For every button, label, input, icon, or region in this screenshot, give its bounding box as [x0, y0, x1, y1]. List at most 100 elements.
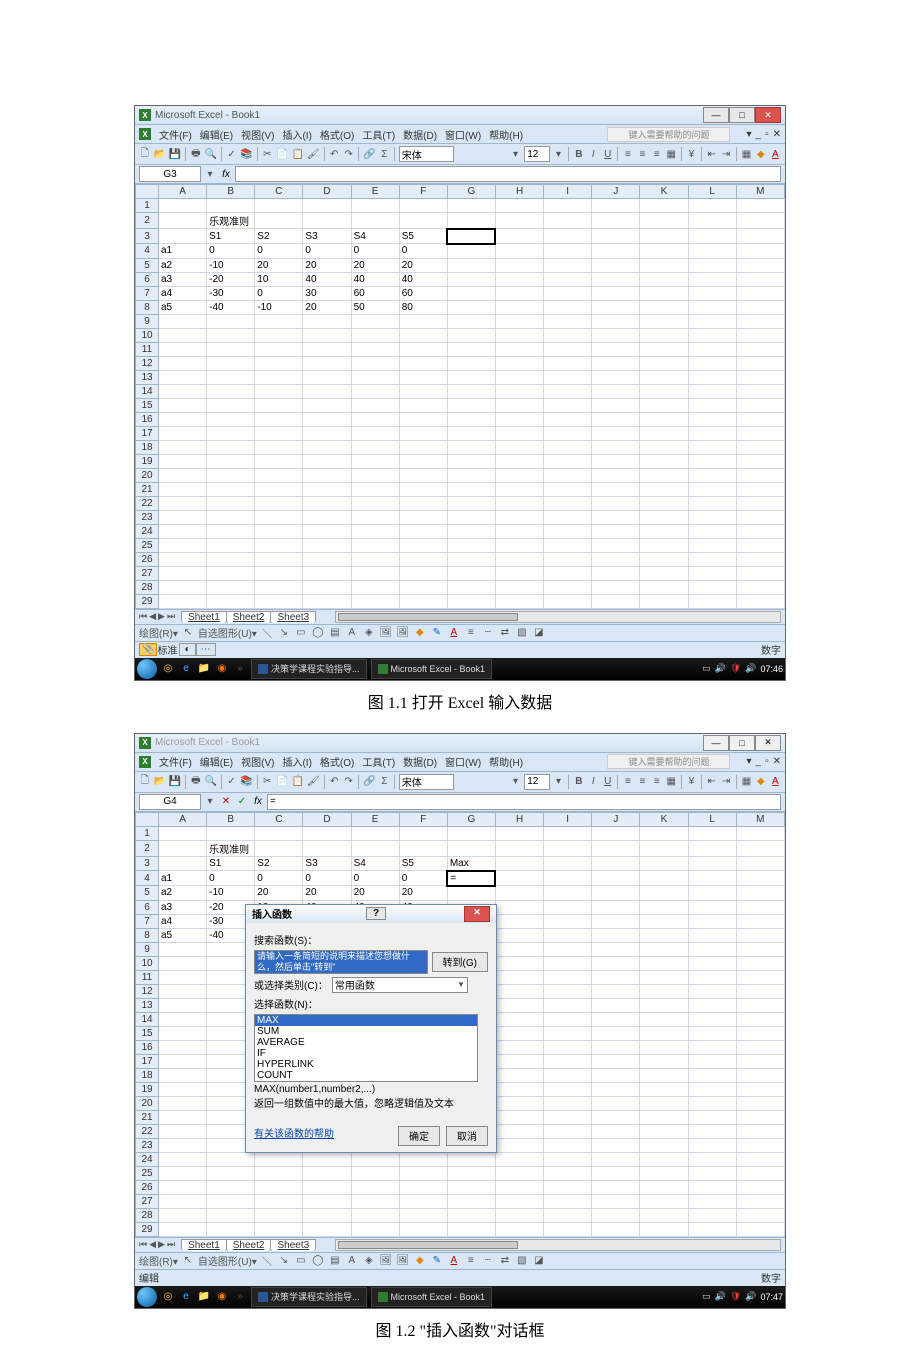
cell-L5[interactable]	[688, 258, 736, 272]
cell-H4[interactable]	[495, 871, 543, 886]
cell-B28[interactable]	[207, 580, 255, 594]
tray-volume-icon[interactable]: 🔊	[745, 663, 756, 674]
cell-M4[interactable]	[736, 244, 784, 259]
fx-icon[interactable]: fx	[219, 167, 233, 181]
cell-L23[interactable]	[688, 1138, 736, 1152]
cell-B26[interactable]	[207, 552, 255, 566]
cell-A2[interactable]	[159, 213, 207, 229]
fill-color-icon[interactable]: ◆	[755, 147, 766, 161]
cell-I22[interactable]	[544, 496, 592, 510]
cell-M1[interactable]	[736, 199, 784, 213]
cell-J23[interactable]	[592, 510, 640, 524]
row-header-23[interactable]: 23	[136, 1138, 159, 1152]
cell-M7[interactable]	[736, 914, 784, 928]
cell-J20[interactable]	[592, 468, 640, 482]
cell-J26[interactable]	[592, 1180, 640, 1194]
cell-B14[interactable]	[207, 384, 255, 398]
cell-M7[interactable]	[736, 286, 784, 300]
quicklaunch-icon-1[interactable]: ◎	[161, 1290, 175, 1304]
cell-H10[interactable]	[495, 328, 543, 342]
wordart-icon[interactable]: A	[345, 1254, 359, 1268]
cell-B17[interactable]	[207, 426, 255, 440]
cell-D2[interactable]	[303, 840, 351, 856]
cell-B25[interactable]	[207, 1166, 255, 1180]
dash-style-icon[interactable]: ┄	[481, 626, 495, 640]
cell-D8[interactable]: 20	[303, 300, 351, 314]
cell-F4[interactable]: 0	[399, 244, 447, 259]
cell-I27[interactable]	[544, 566, 592, 580]
size-dropdown-icon[interactable]: ▾	[553, 147, 564, 161]
cell-H24[interactable]	[495, 1152, 543, 1166]
cell-H23[interactable]	[495, 510, 543, 524]
cell-L20[interactable]	[688, 1096, 736, 1110]
cell-M28[interactable]	[736, 580, 784, 594]
cell-L3[interactable]	[688, 856, 736, 871]
cell-K12[interactable]	[640, 356, 688, 370]
row-header-4[interactable]: 4	[136, 244, 159, 259]
horizontal-scrollbar[interactable]	[335, 611, 781, 623]
print-preview-icon[interactable]: 🔍	[205, 775, 217, 789]
cell-C2[interactable]	[255, 840, 303, 856]
dash-style-icon[interactable]: ┄	[481, 1254, 495, 1268]
cell-K6[interactable]	[640, 272, 688, 286]
cell-C3[interactable]: S2	[255, 856, 303, 871]
cell-F25[interactable]	[399, 1166, 447, 1180]
cell-K1[interactable]	[640, 199, 688, 213]
cell-J7[interactable]	[592, 914, 640, 928]
cell-D26[interactable]	[303, 1180, 351, 1194]
cell-A9[interactable]	[159, 942, 207, 956]
cell-G25[interactable]	[447, 1166, 495, 1180]
cell-B3[interactable]: S1	[207, 856, 255, 871]
cell-G10[interactable]	[447, 328, 495, 342]
cell-I5[interactable]	[544, 258, 592, 272]
row-header-27[interactable]: 27	[136, 1194, 159, 1208]
cell-J3[interactable]	[592, 856, 640, 871]
cell-I23[interactable]	[544, 1138, 592, 1152]
cell-C15[interactable]	[255, 398, 303, 412]
cell-D7[interactable]: 30	[303, 286, 351, 300]
cell-E4[interactable]: 0	[351, 244, 399, 259]
cell-H9[interactable]	[495, 942, 543, 956]
cell-B3[interactable]: S1	[207, 229, 255, 244]
col-header-G[interactable]: G	[447, 812, 495, 826]
cell-B2[interactable]: 乐观准则	[207, 213, 255, 229]
cell-M4[interactable]	[736, 871, 784, 886]
col-header-H[interactable]: H	[495, 812, 543, 826]
cell-L20[interactable]	[688, 468, 736, 482]
row-header-18[interactable]: 18	[136, 1068, 159, 1082]
cell-B10[interactable]	[207, 328, 255, 342]
cell-D16[interactable]	[303, 412, 351, 426]
font-size-box[interactable]: 12	[524, 146, 550, 162]
cell-J15[interactable]	[592, 398, 640, 412]
cell-D13[interactable]	[303, 370, 351, 384]
cell-A21[interactable]	[159, 482, 207, 496]
cell-M17[interactable]	[736, 426, 784, 440]
doc-dropdown-icon[interactable]: ▾	[746, 756, 751, 767]
cell-H15[interactable]	[495, 1026, 543, 1040]
hyperlink-icon[interactable]: 🔗	[363, 147, 375, 161]
cell-H21[interactable]	[495, 482, 543, 496]
cell-F20[interactable]	[399, 468, 447, 482]
tab-prev-icon[interactable]: ◀	[149, 1239, 156, 1250]
tab-last-icon[interactable]: ⏭	[167, 611, 175, 622]
cell-M19[interactable]	[736, 1082, 784, 1096]
align-center-icon[interactable]: ≡	[637, 775, 648, 789]
cell-C26[interactable]	[255, 1180, 303, 1194]
cell-M10[interactable]	[736, 956, 784, 970]
cell-F1[interactable]	[399, 826, 447, 840]
task-item-word[interactable]: 决策学课程实验指导...	[251, 1287, 367, 1307]
cell-H13[interactable]	[495, 370, 543, 384]
cell-I1[interactable]	[544, 826, 592, 840]
col-header-L[interactable]: L	[688, 812, 736, 826]
cell-E18[interactable]	[351, 440, 399, 454]
cell-B2[interactable]: 乐观准则	[207, 840, 255, 856]
cell-H9[interactable]	[495, 314, 543, 328]
menu-view[interactable]: 视图(V)	[241, 754, 274, 769]
row-header-26[interactable]: 26	[136, 552, 159, 566]
cell-L14[interactable]	[688, 384, 736, 398]
cell-G29[interactable]	[447, 1222, 495, 1236]
cell-C2[interactable]	[255, 213, 303, 229]
cell-I3[interactable]	[544, 229, 592, 244]
cell-J24[interactable]	[592, 1152, 640, 1166]
cell-E27[interactable]	[351, 1194, 399, 1208]
